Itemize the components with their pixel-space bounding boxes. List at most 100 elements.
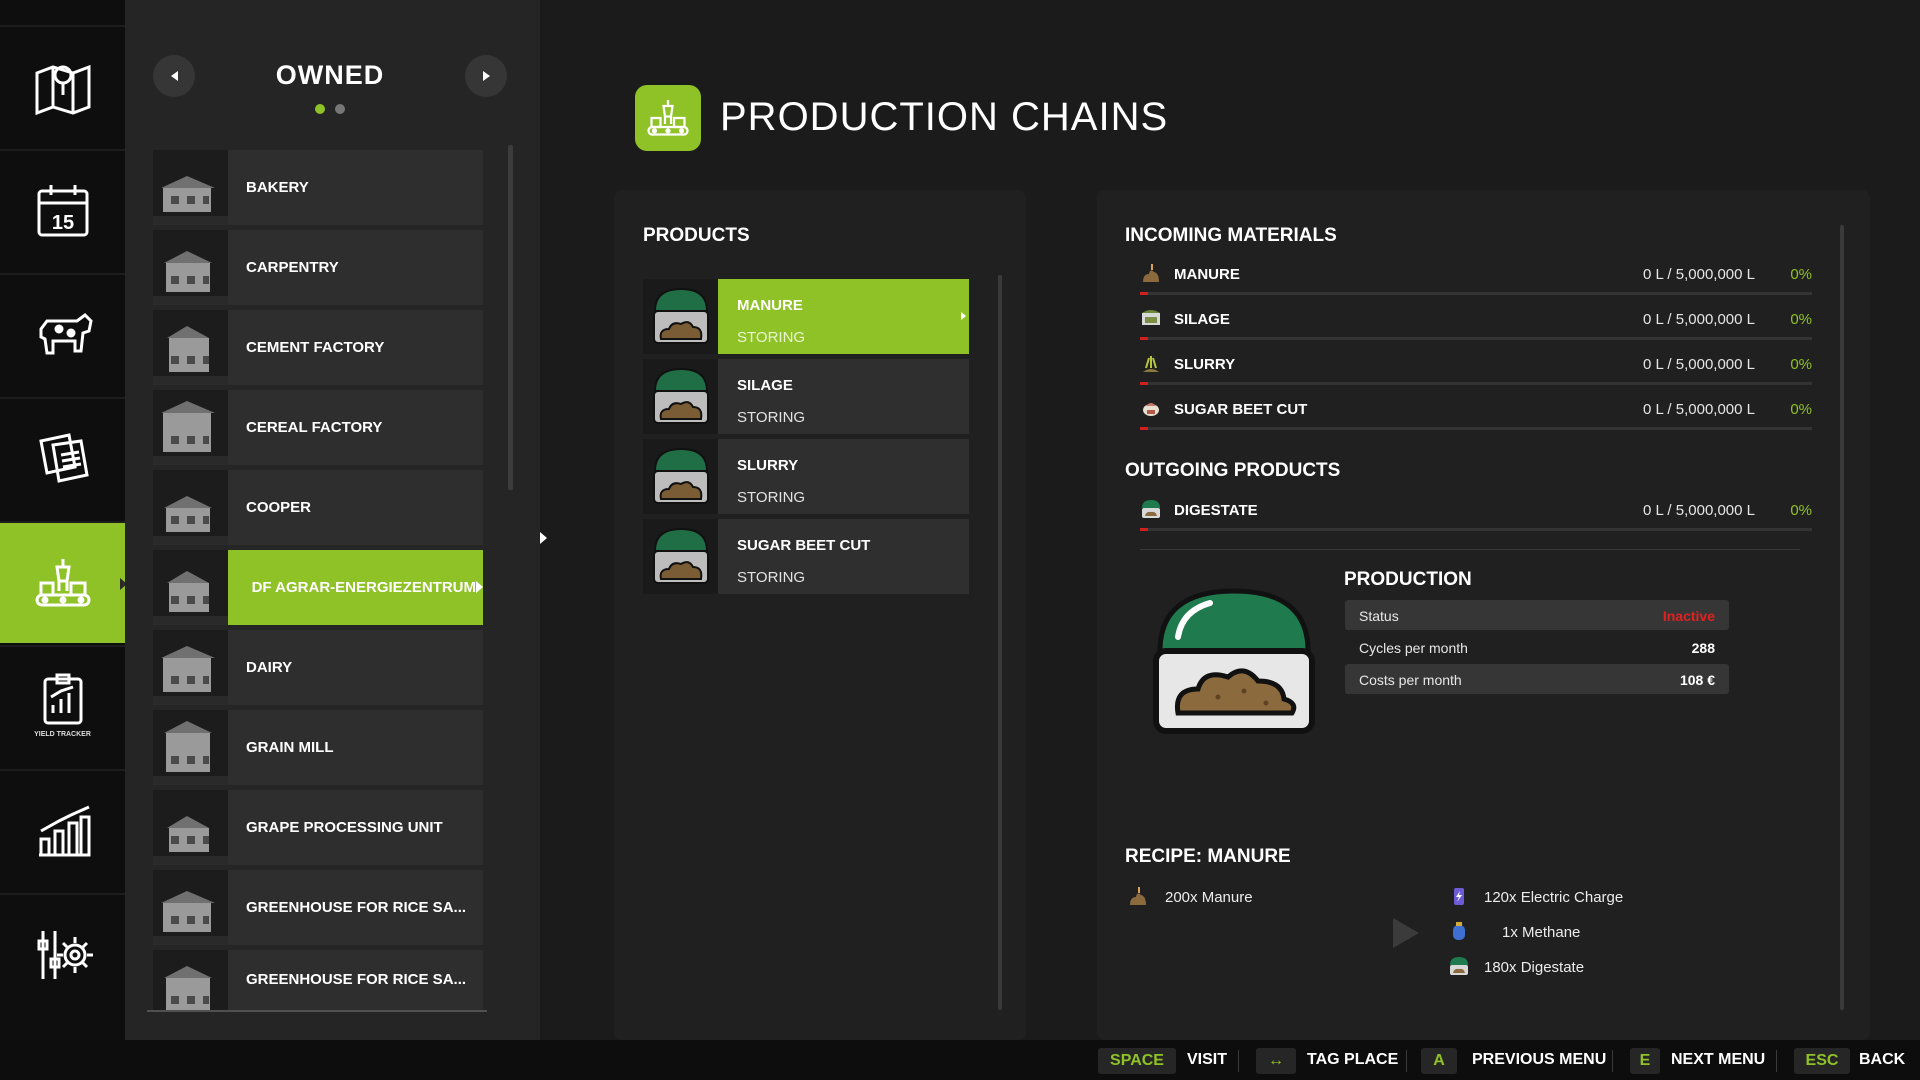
rail-item-statistics[interactable] bbox=[0, 769, 125, 891]
sugar-beet-cut-icon bbox=[1143, 403, 1159, 416]
contracts-icon bbox=[38, 433, 89, 483]
owned-list-item[interactable]: CARPENTRY bbox=[153, 230, 483, 305]
chevron-right-icon bbox=[476, 581, 483, 593]
owned-item-label: CEMENT FACTORY bbox=[246, 339, 385, 356]
digestate-icon bbox=[1142, 500, 1160, 518]
rail-item-contracts[interactable] bbox=[0, 397, 125, 519]
action-button[interactable]: VISIT bbox=[1187, 1051, 1227, 1069]
silage-icon bbox=[1142, 310, 1160, 325]
product-thumbnail bbox=[643, 519, 718, 594]
product-name: SILAGE bbox=[737, 377, 793, 394]
action-separator bbox=[1238, 1050, 1239, 1072]
slurry-icon bbox=[1143, 356, 1159, 372]
product-item[interactable]: SILAGE STORING bbox=[643, 359, 969, 434]
costs-row: Costs per month 108 € bbox=[1345, 664, 1729, 694]
page-dot-1[interactable] bbox=[315, 104, 325, 114]
owned-list-item[interactable]: CEREAL FACTORY bbox=[153, 390, 483, 465]
building-thumbnail bbox=[153, 790, 228, 865]
details-scrollbar[interactable] bbox=[1840, 225, 1844, 1010]
manure-storage-icon bbox=[1153, 588, 1315, 734]
material-fill-bar bbox=[1140, 337, 1812, 340]
building-thumbnail bbox=[153, 390, 228, 465]
owned-title: OWNED bbox=[275, 60, 385, 90]
product-item[interactable]: SUGAR BEET CUT STORING bbox=[643, 519, 969, 594]
material-fill-level bbox=[1140, 427, 1148, 430]
owned-list-item[interactable]: BAKERY bbox=[153, 150, 483, 225]
owned-list-item[interactable]: GRAPE PROCESSING UNIT bbox=[153, 790, 483, 865]
owned-list-item[interactable]: CEMENT FACTORY bbox=[153, 310, 483, 385]
manure-storage-icon bbox=[652, 527, 709, 584]
recipe-output-text: 120x Electric Charge bbox=[1484, 889, 1624, 906]
cycles-label: Cycles per month bbox=[1359, 640, 1468, 656]
product-name: SUGAR BEET CUT bbox=[737, 537, 871, 554]
product-name: SLURRY bbox=[737, 457, 799, 474]
rail-item-settings[interactable] bbox=[0, 893, 125, 1015]
action-button[interactable]: PREVIOUS MENU bbox=[1472, 1051, 1606, 1069]
material-fill-level bbox=[1140, 382, 1148, 385]
status-label: Status bbox=[1359, 608, 1399, 624]
action-button[interactable]: NEXT MENU bbox=[1671, 1051, 1765, 1069]
owned-list-item[interactable]: DF AGRAR-ENERGIEZENTRUM ! bbox=[153, 550, 483, 625]
owned-item-label: GREENHOUSE FOR RICE SA... bbox=[246, 971, 467, 988]
rail-item-animals[interactable] bbox=[0, 273, 125, 395]
digestate-icon bbox=[1450, 957, 1468, 975]
manure-icon bbox=[1143, 264, 1159, 282]
owned-list-item[interactable]: GREENHOUSE FOR RICE SA... bbox=[153, 950, 483, 1010]
rail-item-map[interactable] bbox=[0, 25, 125, 147]
building-thumbnail bbox=[153, 230, 228, 305]
material-name: SILAGE bbox=[1174, 311, 1230, 328]
svg-text:15: 15 bbox=[51, 212, 73, 234]
manure-icon bbox=[1130, 887, 1146, 905]
owned-scrollbar[interactable] bbox=[508, 145, 513, 490]
owned-list-item[interactable]: GREENHOUSE FOR RICE SA... bbox=[153, 870, 483, 945]
settings-icon bbox=[37, 931, 93, 979]
page-title: PRODUCTION CHAINS bbox=[720, 95, 1169, 139]
map-icon bbox=[35, 64, 90, 116]
production-icon bbox=[35, 559, 90, 607]
expand-arrow-icon[interactable] bbox=[540, 532, 547, 544]
electric-charge-icon bbox=[1454, 888, 1464, 905]
owned-item-label: GREENHOUSE FOR RICE SA... bbox=[246, 899, 467, 916]
material-fill-level bbox=[1140, 337, 1148, 340]
owned-list-item[interactable]: COOPER bbox=[153, 470, 483, 545]
material-name: DIGESTATE bbox=[1174, 502, 1258, 519]
owned-item-label: CEREAL FACTORY bbox=[246, 419, 383, 436]
action-button[interactable]: TAG PLACE bbox=[1307, 1051, 1398, 1069]
action-button[interactable]: BACK bbox=[1859, 1051, 1905, 1069]
owned-item-label: GRAPE PROCESSING UNIT bbox=[246, 819, 443, 836]
recipe-output: 180x Digestate bbox=[1448, 955, 1708, 981]
owned-panel: OWNED BAKERY CARPENTRY CEMENT FACTORY CE… bbox=[125, 0, 547, 1040]
cycles-row: Cycles per month 288 bbox=[1345, 632, 1729, 662]
recipe-title: RECIPE: MANURE bbox=[1125, 846, 1291, 867]
owned-list-item[interactable]: DAIRY bbox=[153, 630, 483, 705]
material-fill-level bbox=[1140, 528, 1148, 531]
main-menu-rail: 15 YIELD TRACKER bbox=[0, 0, 127, 1040]
material-amount: 0 L / 5,000,000 L bbox=[1642, 401, 1755, 418]
building-thumbnail bbox=[153, 150, 228, 225]
owned-item-label: CARPENTRY bbox=[246, 259, 339, 276]
owned-next-button[interactable] bbox=[465, 55, 507, 97]
page-dot-2[interactable] bbox=[335, 104, 345, 114]
building-thumbnail-icon bbox=[153, 710, 228, 785]
recipe-input-text: 200x Manure bbox=[1165, 889, 1253, 906]
material-row: SILAGE 0 L / 5,000,000 L 0% bbox=[1140, 307, 1812, 347]
owned-item-label: BAKERY bbox=[246, 179, 309, 196]
material-percent: 0% bbox=[1790, 401, 1812, 418]
material-amount: 0 L / 5,000,000 L bbox=[1642, 311, 1755, 328]
products-scrollbar[interactable] bbox=[998, 275, 1002, 1010]
details-divider bbox=[1140, 549, 1800, 550]
rail-item-calendar[interactable]: 15 bbox=[0, 149, 125, 271]
cycles-value: 288 bbox=[1691, 640, 1715, 656]
rail-item-yield-tracker[interactable]: YIELD TRACKER bbox=[0, 645, 125, 767]
material-row: SUGAR BEET CUT 0 L / 5,000,000 L 0% bbox=[1140, 397, 1812, 437]
owned-prev-button[interactable] bbox=[153, 55, 195, 97]
production-icon bbox=[647, 100, 689, 136]
product-item[interactable]: MANURE STORING bbox=[643, 279, 969, 354]
recipe-output: 120x Electric Charge bbox=[1448, 885, 1708, 911]
yield-tracker-caption: YIELD TRACKER bbox=[34, 731, 91, 738]
product-item[interactable]: SLURRY STORING bbox=[643, 439, 969, 514]
owned-item-label: GRAIN MILL bbox=[246, 739, 334, 756]
material-percent: 0% bbox=[1790, 311, 1812, 328]
owned-list-item[interactable]: GRAIN MILL bbox=[153, 710, 483, 785]
rail-item-production[interactable] bbox=[0, 521, 127, 643]
